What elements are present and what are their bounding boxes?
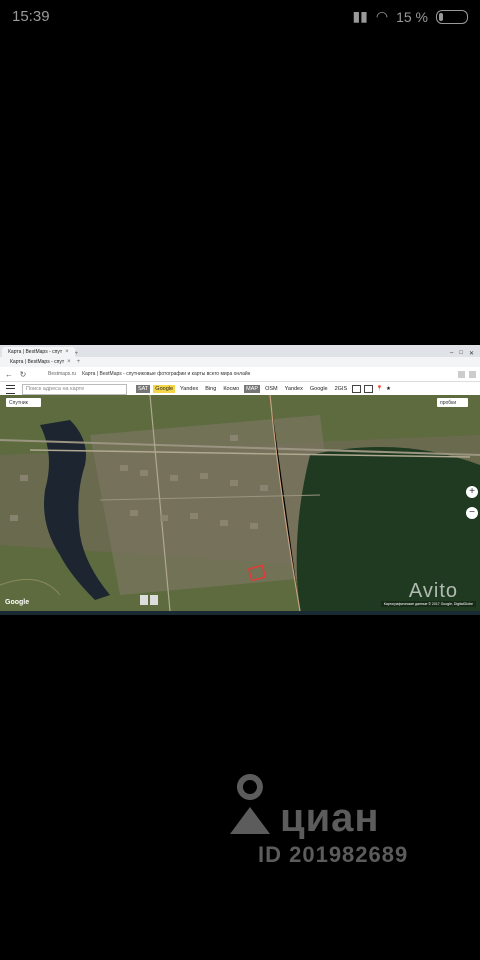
- status-time: 15:39: [12, 8, 50, 25]
- avito-watermark: Avito: [408, 580, 458, 602]
- browser-screenshot: Карта | BestMaps - спут × + – □ ✕ Карта …: [0, 345, 480, 615]
- map-type-select[interactable]: Спутник: [6, 398, 41, 407]
- cian-watermark: циан ID 201982689: [220, 772, 460, 872]
- tab-title: Карта | BestMaps - спут: [8, 349, 63, 355]
- signal-icon: ▮▮: [352, 8, 368, 24]
- close-window-icon[interactable]: ✕: [469, 350, 474, 357]
- close-icon[interactable]: ×: [65, 349, 69, 355]
- extension-icon[interactable]: [469, 370, 476, 378]
- browser-tab[interactable]: Карта | BestMaps - спут ×: [4, 357, 77, 367]
- source-osm-map[interactable]: OSM: [263, 385, 280, 393]
- status-icons: ▮▮ ◠ 15 %: [352, 8, 468, 25]
- window-controls: – □ ✕: [450, 350, 480, 357]
- wifi-icon: ◠: [375, 8, 389, 24]
- pin-icon[interactable]: 📍: [376, 386, 383, 392]
- map-label: MAP: [244, 385, 261, 393]
- reload-icon[interactable]: ↻: [18, 370, 28, 379]
- address-bar: ← ↻ Bestmaps.ru Карта | BestMaps - спутн…: [0, 367, 480, 382]
- cian-logo-icon: [230, 774, 270, 834]
- source-kosmo-sat[interactable]: Космо: [221, 385, 241, 393]
- minimize-icon[interactable]: –: [450, 350, 453, 357]
- map-attribution: Картографические данные © 2017 Google, D…: [380, 601, 476, 607]
- os-taskbar: [0, 611, 480, 615]
- search-input[interactable]: Поиск адреса на карте: [22, 383, 127, 395]
- source-bing-sat[interactable]: Bing: [203, 385, 218, 393]
- traffic-toggle[interactable]: пробки: [437, 398, 468, 407]
- source-yandex-sat[interactable]: Yandex: [178, 385, 200, 393]
- split-view-icon[interactable]: [352, 385, 362, 393]
- battery-percent: 15 %: [396, 8, 428, 25]
- page-title: Карта | BestMaps - спутниковые фотографи…: [82, 371, 251, 377]
- browser-tab[interactable]: Карта | BestMaps - спут ×: [2, 347, 75, 357]
- source-google-map[interactable]: Google: [308, 385, 330, 393]
- source-yandex-map[interactable]: Yandex: [283, 385, 305, 393]
- map-toolbar: Поиск адреса на карте SAT Google Yandex …: [0, 382, 480, 396]
- back-icon[interactable]: ←: [4, 370, 14, 379]
- source-google-sat[interactable]: Google: [153, 385, 176, 393]
- new-tab-icon[interactable]: +: [77, 359, 81, 365]
- new-tab-icon[interactable]: +: [75, 351, 79, 357]
- google-logo: Google: [5, 599, 30, 606]
- sat-label: SAT: [136, 385, 151, 393]
- source-2gis-map[interactable]: 2GIS: [333, 385, 350, 393]
- battery-icon: [436, 9, 468, 24]
- address-icons: [458, 370, 480, 378]
- tab-title: Карта | BestMaps - спут: [10, 359, 65, 365]
- satellite-map[interactable]: Спутник пробки + − Google Avito Картогра…: [0, 395, 480, 611]
- browser-tabbar: Карта | BestMaps - спут × + – □ ✕: [0, 345, 480, 357]
- status-bar: 15:39 ▮▮ ◠ 15 %: [0, 0, 480, 34]
- bookmark-icon[interactable]: [458, 370, 465, 378]
- url-text[interactable]: Bestmaps.ru: [48, 371, 76, 377]
- zoom-out-button[interactable]: −: [466, 507, 478, 519]
- cian-brand: циан: [280, 796, 380, 840]
- map-imagery: [0, 395, 480, 611]
- maximize-icon[interactable]: □: [459, 350, 463, 357]
- star-icon[interactable]: ★: [386, 386, 391, 392]
- listing-id: ID 201982689: [258, 842, 409, 867]
- close-icon[interactable]: ×: [67, 359, 71, 365]
- menu-icon[interactable]: [6, 384, 15, 394]
- grid-view-icon[interactable]: [364, 385, 374, 393]
- zoom-in-button[interactable]: +: [466, 486, 478, 498]
- browser-tabbar-secondary: Карта | BestMaps - спут × +: [0, 357, 480, 367]
